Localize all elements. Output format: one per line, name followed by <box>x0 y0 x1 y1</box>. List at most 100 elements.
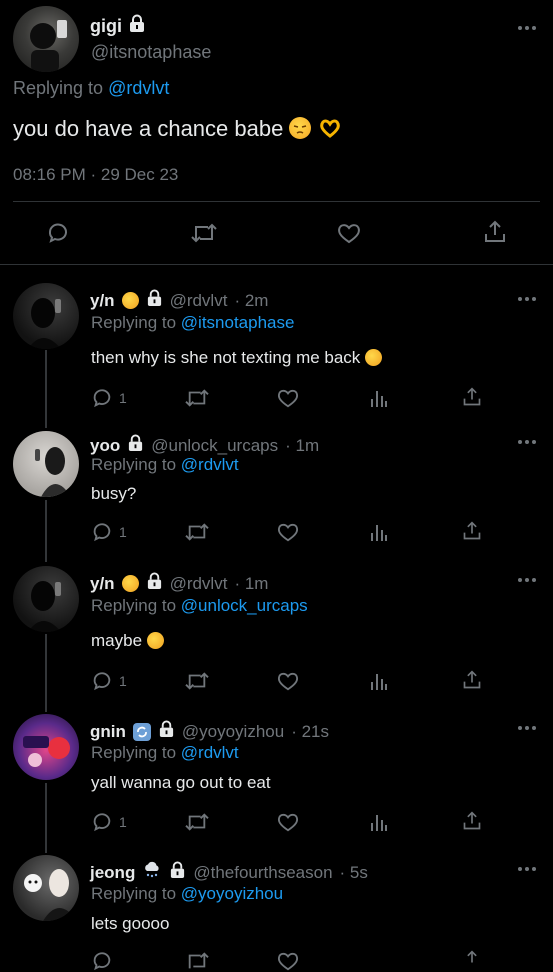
comment-icon <box>48 223 67 243</box>
retweet-button[interactable] <box>190 221 218 245</box>
lock-icon <box>128 14 146 38</box>
retweet-icon <box>185 523 209 541</box>
more-options-icon[interactable] <box>518 25 536 31</box>
replying-to-link[interactable]: @rdvlvt <box>181 743 239 762</box>
avatar[interactable] <box>13 855 79 921</box>
reply-count: 1 <box>119 814 127 830</box>
replying-to-label: Replying to <box>91 884 181 903</box>
replying-to-link[interactable]: @rdvlvt <box>181 455 239 474</box>
author-handle[interactable]: @rdvlvt <box>170 574 228 594</box>
avatar[interactable] <box>13 283 79 349</box>
share-icon <box>467 950 477 963</box>
replying-to-label: Replying to <box>13 78 109 98</box>
share-button[interactable] <box>462 949 482 971</box>
replying-to-link[interactable]: @yoyoyizhou <box>181 884 283 903</box>
retweet-icon <box>185 389 209 407</box>
retweet-button[interactable] <box>184 521 210 543</box>
retweet-button[interactable] <box>184 387 210 409</box>
tweet-text: maybe <box>91 631 143 650</box>
share-button[interactable] <box>462 669 482 691</box>
lock-icon <box>146 289 163 312</box>
divider <box>0 264 553 265</box>
tweet-text: you do have a chance babe <box>13 116 284 141</box>
like-button[interactable] <box>276 521 300 543</box>
lock-icon <box>127 434 144 457</box>
retweet-button[interactable] <box>184 670 210 692</box>
comment-icon <box>93 672 111 691</box>
author-name[interactable]: yoo <box>90 436 120 456</box>
share-icon <box>463 670 481 689</box>
author-handle[interactable]: @thefourthseason <box>193 863 332 883</box>
heart-icon <box>277 523 299 542</box>
reply-count: 1 <box>119 524 127 540</box>
avatar[interactable] <box>13 714 79 780</box>
heart-icon <box>277 672 299 691</box>
author-name[interactable]: jeong <box>90 863 135 883</box>
share-button[interactable] <box>462 520 482 542</box>
reply-button[interactable]: 1 <box>91 387 127 409</box>
analytics-button[interactable] <box>370 811 388 833</box>
author-handle[interactable]: @unlock_urcaps <box>151 436 278 456</box>
author-name[interactable]: y/n <box>90 574 115 594</box>
pensive-face-emoji <box>146 632 164 649</box>
share-icon <box>485 220 505 242</box>
share-button[interactable] <box>462 386 482 408</box>
heart-icon <box>277 813 299 832</box>
comment-icon <box>93 813 111 832</box>
share-button[interactable] <box>462 810 482 832</box>
avatar[interactable] <box>13 566 79 632</box>
heart-icon <box>277 952 299 971</box>
more-options-icon[interactable] <box>518 866 536 872</box>
reply-count: 1 <box>119 673 127 689</box>
replying-to-label: Replying to <box>91 743 181 762</box>
heart-icon <box>277 389 299 408</box>
author-name[interactable]: gigi <box>90 16 122 37</box>
tweet-time: · 1m <box>234 573 269 593</box>
like-button[interactable] <box>276 950 300 972</box>
retweet-button[interactable] <box>184 811 210 833</box>
tweet-text: busy? <box>91 484 137 503</box>
analytics-button[interactable] <box>370 521 388 543</box>
author-handle[interactable]: @rdvlvt <box>170 291 228 311</box>
author-handle[interactable]: @yoyoyizhou <box>182 722 284 742</box>
tweet-time: · 21s <box>291 721 329 741</box>
tweet-text: then why is she not texting me back <box>91 348 361 367</box>
analytics-button[interactable] <box>370 387 388 409</box>
author-handle[interactable]: @itsnotaphase <box>91 42 211 63</box>
comment-icon <box>93 952 111 971</box>
reply-button[interactable]: 1 <box>91 521 127 543</box>
more-options-icon[interactable] <box>518 577 536 583</box>
author-name[interactable]: gnin <box>90 722 126 742</box>
like-button[interactable] <box>276 387 300 409</box>
like-button[interactable] <box>276 811 300 833</box>
reply-button[interactable]: 1 <box>91 811 127 833</box>
replying-to-label: Replying to <box>91 313 181 332</box>
tweet-time: · 2m <box>234 290 269 310</box>
reply-button[interactable] <box>91 950 113 972</box>
reply-button[interactable] <box>46 221 70 245</box>
analytics-icon <box>371 525 387 541</box>
avatar[interactable] <box>13 431 79 497</box>
share-icon <box>463 387 481 406</box>
reply-button[interactable]: 1 <box>91 670 127 692</box>
thread-line <box>45 350 47 428</box>
retweet-icon <box>191 223 217 243</box>
retweet-button[interactable] <box>184 950 210 972</box>
retweet-icon <box>185 672 209 690</box>
persevering-face-emoji <box>365 349 383 366</box>
more-options-icon[interactable] <box>518 296 536 302</box>
tweet-text: lets goooo <box>91 914 170 933</box>
avatar[interactable] <box>13 6 79 72</box>
like-button[interactable] <box>276 670 300 692</box>
author-name[interactable]: y/n <box>90 291 115 311</box>
more-options-icon[interactable] <box>518 725 536 731</box>
divider <box>13 201 540 202</box>
more-options-icon[interactable] <box>518 439 536 445</box>
replying-to-link[interactable]: @unlock_urcaps <box>181 596 308 615</box>
replying-to-link[interactable]: @rdvlvt <box>108 78 169 98</box>
analytics-button[interactable] <box>370 670 388 692</box>
share-button[interactable] <box>483 219 507 245</box>
like-button[interactable] <box>336 221 362 245</box>
replying-to-link[interactable]: @itsnotaphase <box>181 313 295 332</box>
thread-line <box>45 634 47 712</box>
